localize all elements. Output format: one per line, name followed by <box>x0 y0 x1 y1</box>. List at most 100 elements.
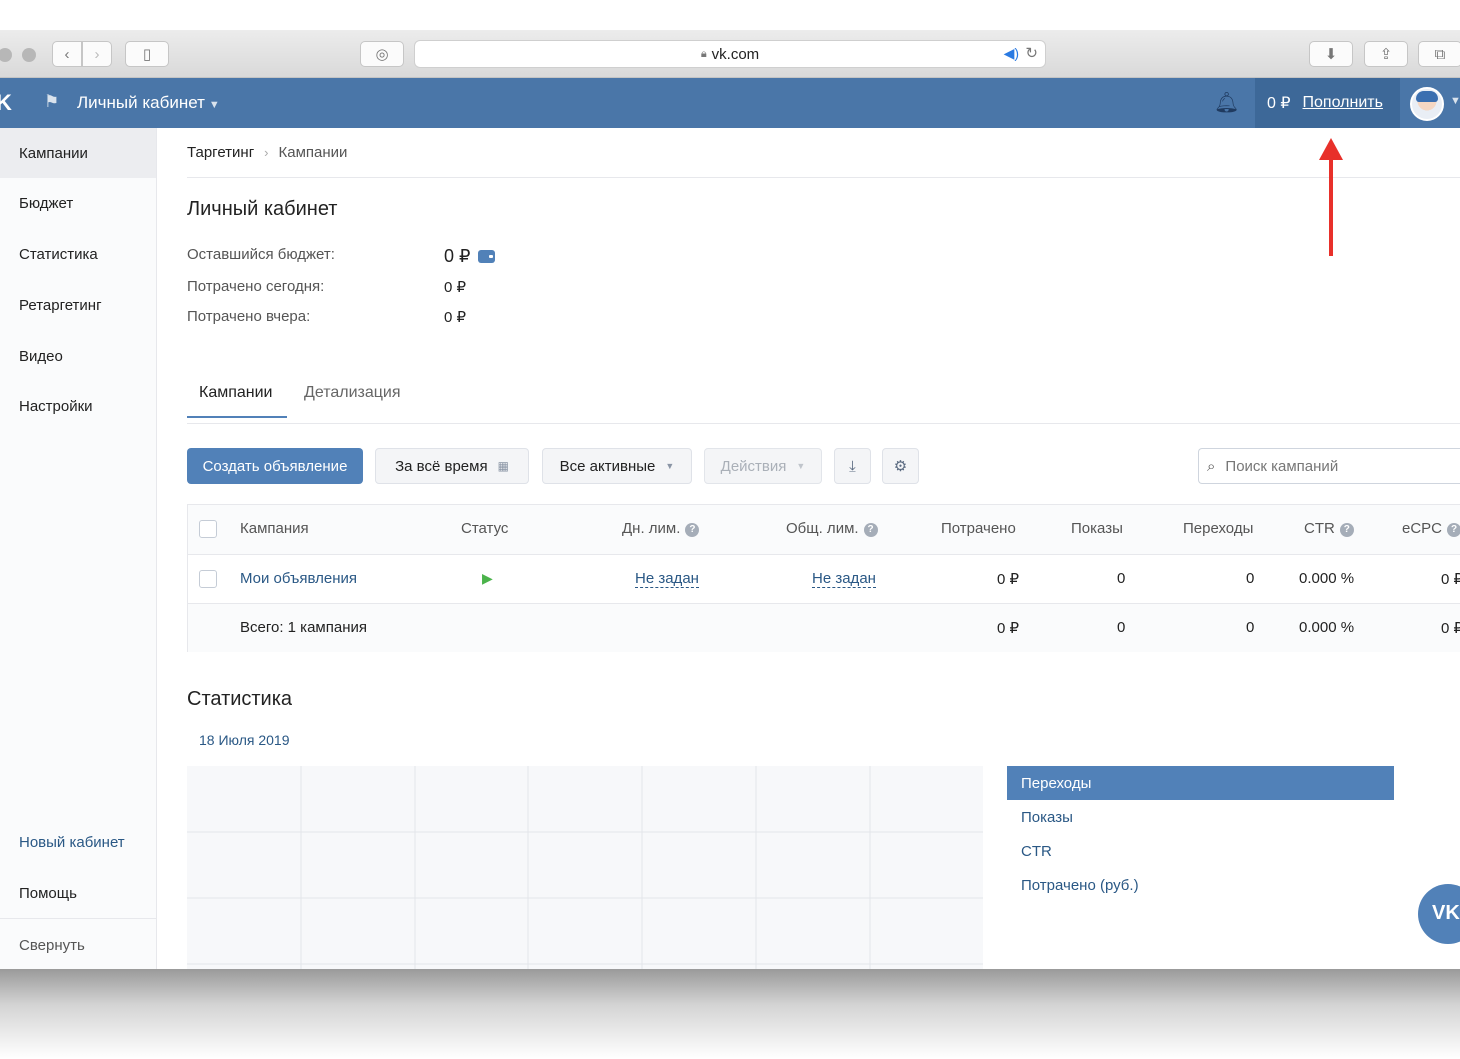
topup-link[interactable]: Пополнить <box>1303 94 1383 112</box>
tabs-icon[interactable]: ⧉ <box>1418 41 1460 67</box>
col-ecpc-label: eCPC <box>1402 520 1443 537</box>
stats-chart <box>187 766 983 969</box>
period-button[interactable]: За всё время ▦ <box>375 448 529 484</box>
help-link[interactable]: Помощь <box>0 868 156 918</box>
chevron-down-icon: ▼ <box>665 461 675 471</box>
col-daily-limit[interactable]: Дн. лим.? <box>622 520 700 537</box>
sound-icon[interactable]: ◀︎) <box>1004 45 1019 62</box>
help-icon[interactable]: ? <box>685 523 700 537</box>
back-icon[interactable]: ‹ <box>52 41 82 67</box>
browser-toolbar: ‹ › ▯ ◎ 🔒︎ vk.com ◀︎) ↻ ⬇ ⇪ ⧉ <box>0 30 1460 78</box>
sidebar-item-statistics[interactable]: Статистика <box>0 229 156 279</box>
help-icon[interactable]: ? <box>1447 523 1460 537</box>
daily-limit-link[interactable]: Не задан <box>635 570 699 588</box>
table-header: Кампания Статус Дн. лим.? Общ. лим.? Пот… <box>188 505 1460 554</box>
reload-icon[interactable]: ↻ <box>1025 44 1038 62</box>
search-box: ⌕ <box>1198 448 1460 484</box>
password-icon[interactable]: ◎ <box>360 41 404 67</box>
total-ecpc: 0 ₽ <box>1441 620 1460 637</box>
help-icon[interactable]: ? <box>1339 523 1354 537</box>
campaign-link[interactable]: Мои объявления <box>240 570 357 587</box>
total-impressions: 0 <box>1117 619 1126 636</box>
col-clicks[interactable]: Переходы <box>1183 520 1253 537</box>
col-total-limit[interactable]: Общ. лим.? <box>786 520 878 537</box>
metric-ctr[interactable]: CTR <box>1007 834 1394 868</box>
chevron-right-icon: › <box>264 145 269 160</box>
metric-impressions[interactable]: Показы <box>1007 800 1394 834</box>
sidebar-icon[interactable]: ▯ <box>125 41 169 67</box>
breadcrumb-root[interactable]: Таргетинг <box>187 144 254 161</box>
sidebar-item-retargeting[interactable]: Ретаргетинг <box>0 280 156 330</box>
sidebar-divider <box>0 918 156 919</box>
chevron-down-icon[interactable]: ▼ <box>1450 95 1460 107</box>
sidebar-item-campaigns[interactable]: Кампании <box>0 128 156 178</box>
total-limit-link[interactable]: Не задан <box>812 570 876 588</box>
forward-icon[interactable]: › <box>82 41 112 67</box>
spent-cell: 0 ₽ <box>997 571 1020 588</box>
divider <box>187 177 1460 178</box>
stats-date[interactable]: 18 Июля 2019 <box>199 732 290 748</box>
stats-title: Статистика <box>187 688 293 710</box>
annotation-arrow <box>1329 154 1333 256</box>
help-icon[interactable]: ? <box>863 523 878 537</box>
metric-spent[interactable]: Потрачено (руб.) <box>1007 868 1394 902</box>
create-ad-button[interactable]: Создать объявление <box>187 448 363 484</box>
address-bar[interactable]: 🔒︎ vk.com ◀︎) ↻ <box>414 40 1046 68</box>
share-icon[interactable]: ⇪ <box>1364 41 1408 67</box>
play-icon[interactable]: ▶ <box>482 570 493 587</box>
ctr-cell: 0.000 % <box>1299 570 1355 587</box>
tab-details[interactable]: Детализация <box>304 384 401 402</box>
metrics-list: Переходы Показы CTR Потрачено (руб.) <box>1007 766 1394 902</box>
download-icon[interactable]: ⬇ <box>1309 41 1353 67</box>
bell-icon[interactable]: 🔔︎ <box>1214 90 1239 115</box>
sidebar-item-budget[interactable]: Бюджет <box>0 178 156 228</box>
breadcrumb-current: Кампании <box>278 144 348 161</box>
spent-yesterday-label: Потрачено вчера: <box>187 308 311 325</box>
budget-left-value: 0 ₽ <box>444 246 471 266</box>
balance-amount: 0 ₽ <box>1267 95 1291 112</box>
table-row: Мои объявления ▶ Не задан Не задан 0 ₽ 0… <box>188 554 1460 603</box>
col-ecpc[interactable]: eCPC? <box>1402 520 1460 537</box>
cabinet-switcher[interactable]: Личный кабинет ▼ <box>77 93 220 113</box>
vk-logo[interactable]: K <box>0 90 12 116</box>
col-impressions[interactable]: Показы <box>1071 520 1123 537</box>
search-input[interactable] <box>1225 457 1426 475</box>
row-checkbox[interactable] <box>199 570 217 588</box>
sidebar-item-video[interactable]: Видео <box>0 331 156 381</box>
select-all-checkbox[interactable] <box>199 520 217 538</box>
metric-clicks[interactable]: Переходы <box>1007 766 1394 800</box>
gear-icon[interactable]: ⚙ <box>882 448 919 484</box>
col-ctr[interactable]: CTR? <box>1304 520 1354 537</box>
budget-left-row: 0 ₽ <box>444 246 496 267</box>
col-status[interactable]: Статус <box>461 520 508 537</box>
cabinet-title: Личный кабинет <box>77 93 205 112</box>
new-cabinet-link[interactable]: Новый кабинет <box>0 817 156 867</box>
spent-today-value: 0 ₽ <box>444 279 467 296</box>
actions-dropdown[interactable]: Действия ▼ <box>704 448 822 484</box>
calendar-icon: ▦ <box>497 459 509 473</box>
col-spent[interactable]: Потрачено <box>941 520 1016 537</box>
chevron-down-icon: ▼ <box>208 99 220 111</box>
spent-today-label: Потрачено сегодня: <box>187 278 325 295</box>
col-campaign[interactable]: Кампания <box>240 520 309 537</box>
filter-label: Все активные <box>559 457 656 475</box>
breadcrumb: Таргетинг › Кампании <box>187 144 347 161</box>
main-content: Таргетинг › Кампании Личный кабинет Оставш… <box>187 128 1460 969</box>
filter-dropdown[interactable]: Все активные ▼ <box>542 448 692 484</box>
total-limit-cell: Не задан <box>812 570 876 588</box>
tabs-divider <box>187 423 1460 424</box>
sidebar-item-settings[interactable]: Настройки <box>0 381 156 431</box>
clicks-cell: 0 <box>1246 570 1255 587</box>
url-text: vk.com <box>711 45 760 63</box>
download-icon[interactable]: ⤓ <box>834 448 871 484</box>
tab-campaigns[interactable]: Кампании <box>199 384 273 402</box>
wallet-icon[interactable] <box>478 250 496 263</box>
collapse-link[interactable]: Свернуть <box>0 920 156 970</box>
avatar[interactable] <box>1410 87 1444 121</box>
table-total-row: Всего: 1 кампания 0 ₽ 0 0 0.000 % 0 ₽ <box>188 603 1460 652</box>
window-shadow <box>0 969 1460 1059</box>
balance-box: 0 ₽ Пополнить <box>1255 78 1400 128</box>
window-minimize-button[interactable] <box>22 48 36 62</box>
window-close-button[interactable] <box>0 48 12 62</box>
search-icon: ⌕ <box>1207 457 1216 475</box>
